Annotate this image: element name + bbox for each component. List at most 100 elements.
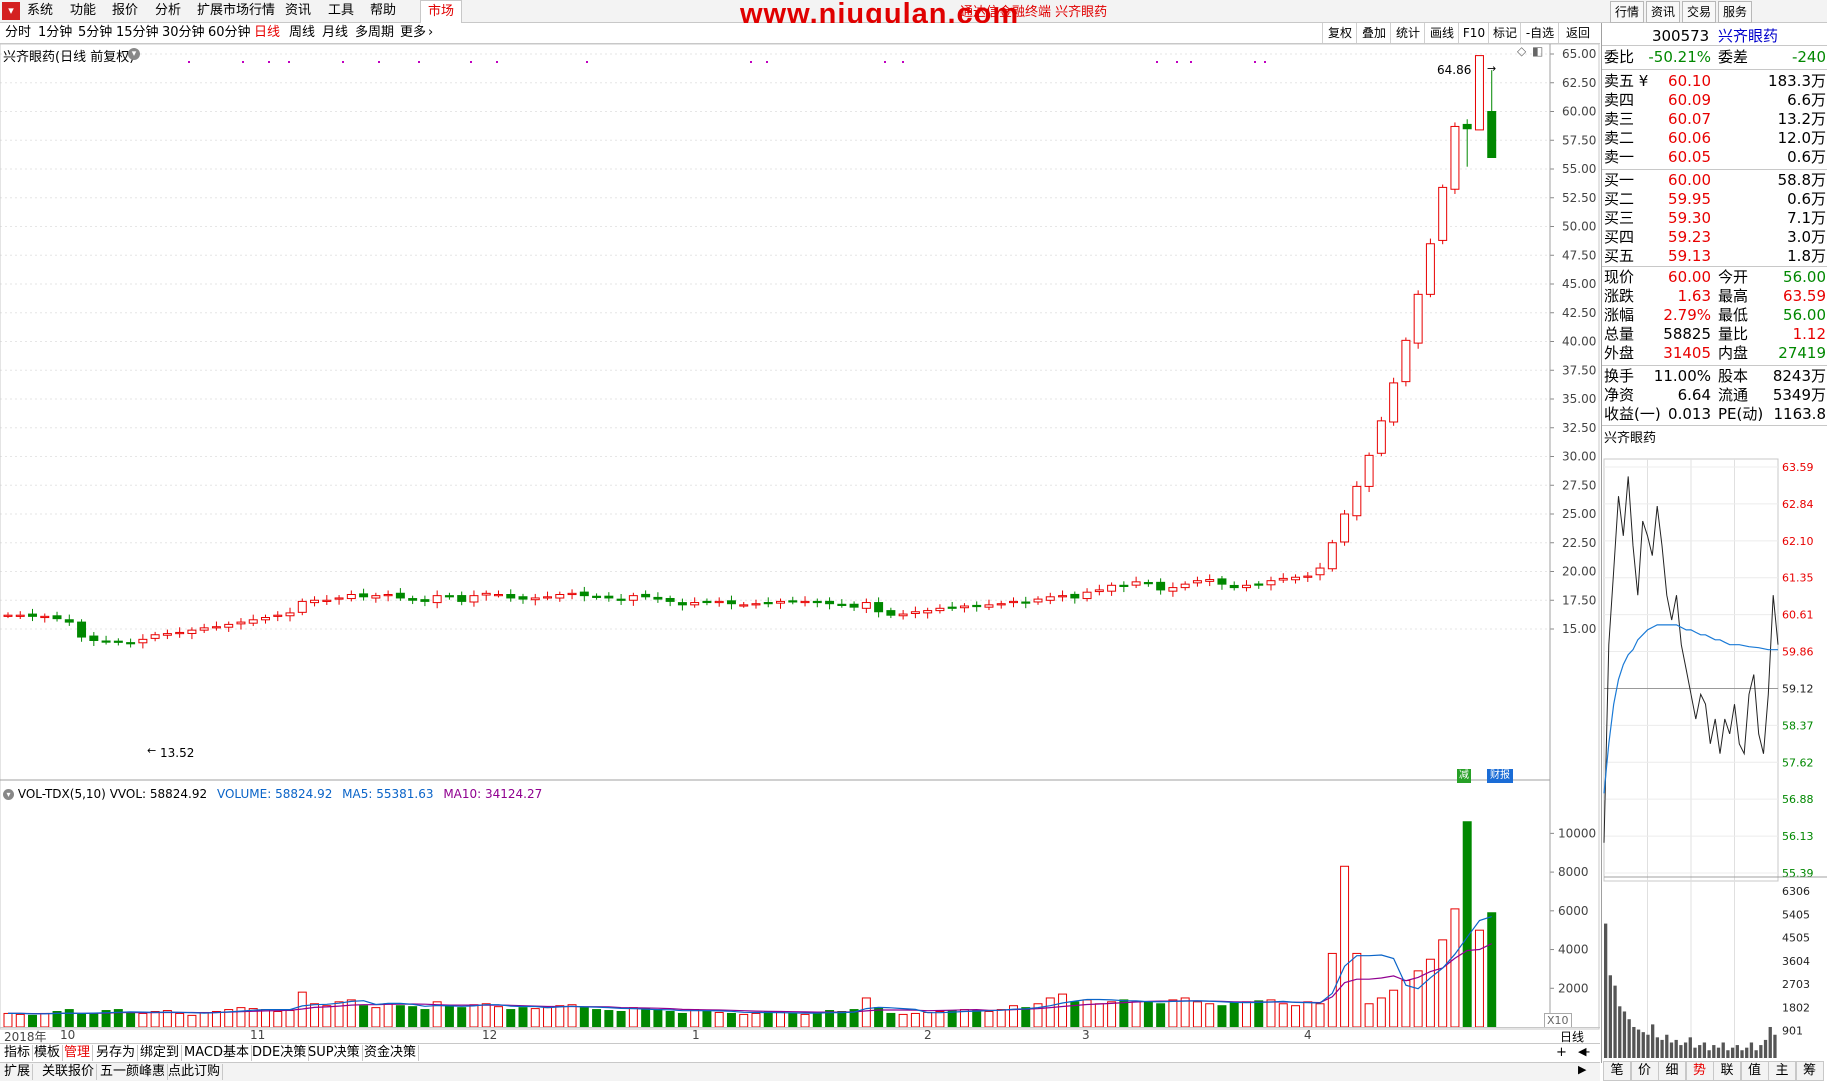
tab-sup[interactable]: SUP决策	[306, 1045, 363, 1061]
chevron-right-icon[interactable]: ›	[428, 25, 433, 41]
period-weekly[interactable]: 周线	[289, 25, 315, 41]
menu-info[interactable]: 资讯	[285, 2, 311, 20]
ask-row[interactable]: 卖五 ¥ 60.10 183.3万	[1602, 72, 1827, 91]
menu-help[interactable]: 帮助	[370, 2, 396, 20]
price-tick-label: 57.50	[1562, 133, 1596, 147]
menu-tools[interactable]: 工具	[328, 2, 354, 20]
period-timeshare[interactable]: 分时	[5, 25, 31, 41]
date-label-oct: 10	[60, 1028, 76, 1042]
tab-macd[interactable]: MACD基本	[182, 1045, 252, 1061]
candle-down	[518, 596, 528, 600]
tool-stats[interactable]: 统计	[1390, 23, 1425, 43]
btn-news[interactable]: 资讯	[1646, 1, 1680, 23]
bid-row[interactable]: 买一 60.00 58.8万	[1602, 171, 1827, 190]
candle-up	[346, 594, 356, 600]
tab-save-as[interactable]: 另存为	[94, 1045, 139, 1061]
volume-bar	[371, 1007, 381, 1028]
menu-ext-market[interactable]: 扩展市场行情	[197, 2, 275, 20]
price-tick-label: 55.00	[1562, 162, 1596, 176]
btn-service[interactable]: 服务	[1718, 1, 1752, 23]
volume-bar	[530, 1008, 540, 1028]
panel-tab[interactable]: 联	[1713, 1061, 1741, 1081]
tab-fund[interactable]: 资金决策	[362, 1045, 420, 1061]
panel-tab[interactable]: 价	[1630, 1061, 1659, 1081]
period-daily[interactable]: 日线	[254, 25, 280, 41]
panel-tab[interactable]: 筹	[1795, 1061, 1824, 1081]
diamond-icon[interactable]: ◇	[1517, 44, 1526, 58]
tab-related-quotes[interactable]: 关联报价	[40, 1064, 98, 1080]
tool-overlay[interactable]: 叠加	[1356, 23, 1391, 43]
tab-manage[interactable]: 管理	[62, 1045, 94, 1061]
bid-row[interactable]: 买四 59.23 3.0万	[1602, 228, 1827, 247]
tab-indicator[interactable]: 指标	[2, 1045, 34, 1061]
tool-f10[interactable]: F10	[1458, 23, 1489, 43]
ask-row[interactable]: 卖二 60.06 12.0万	[1602, 129, 1827, 148]
menu-function[interactable]: 功能	[70, 2, 96, 20]
bid-row[interactable]: 买五 59.13 1.8万	[1602, 247, 1827, 266]
ask-row[interactable]: 卖三 60.07 13.2万	[1602, 110, 1827, 129]
panel-tab[interactable]: 值	[1740, 1061, 1769, 1081]
market-tab[interactable]: 市场	[420, 0, 462, 24]
period-more[interactable]: 更多	[400, 25, 426, 41]
tab-dde[interactable]: DDE决策	[250, 1045, 310, 1061]
tool-back[interactable]: 返回	[1558, 23, 1597, 43]
mini-price-tick: 55.39	[1782, 867, 1814, 880]
period-60min[interactable]: 60分钟	[208, 25, 251, 41]
chevron-down-icon[interactable]: ▾	[128, 48, 140, 60]
earnings-badge[interactable]: 财报	[1487, 769, 1513, 783]
panel-toggle-icon[interactable]: ◧	[1532, 44, 1543, 58]
tab-bind-to[interactable]: 绑定到	[138, 1045, 183, 1061]
chevron-down-icon[interactable]: ▾	[3, 789, 14, 800]
candle-up	[739, 604, 749, 607]
volume-tick-label: 10000	[1558, 826, 1596, 840]
tab-template[interactable]: 模板	[32, 1045, 64, 1061]
stat-value: 11.00%	[1653, 367, 1711, 385]
tab-subscribe[interactable]: 点此订购	[166, 1064, 224, 1080]
period-30min[interactable]: 30分钟	[162, 25, 205, 41]
btn-trade[interactable]: 交易	[1682, 1, 1716, 23]
mini-price-tick: 61.35	[1782, 572, 1814, 585]
period-1min[interactable]: 1分钟	[38, 25, 72, 41]
stock-name[interactable]: 兴齐眼药	[1718, 27, 1778, 45]
tool-restore-rights[interactable]: 复权	[1322, 23, 1357, 43]
period-5min[interactable]: 5分钟	[78, 25, 112, 41]
tab-extend[interactable]: 扩展	[2, 1064, 34, 1080]
panel-tab[interactable]: 细	[1658, 1061, 1686, 1081]
tab-promo[interactable]: 五一颜峰惠	[98, 1064, 169, 1080]
panel-tab[interactable]: 主	[1768, 1061, 1796, 1081]
btn-market[interactable]: 行情	[1610, 1, 1644, 23]
kline-chart[interactable]: 65.00 62.50 60.00 57.50 55.00 52.50 50.00 47.50…	[0, 44, 1600, 1044]
zoom-in-button[interactable]: +	[1556, 1045, 1567, 1060]
period-monthly[interactable]: 月线	[322, 25, 348, 41]
menu-bar: ▾ 系统 功能 报价 分析 扩展市场行情 资讯 工具 帮助 市场 通达信金融终端…	[0, 0, 1827, 30]
app-logo-icon[interactable]: ▾	[2, 2, 20, 20]
period-multi[interactable]: 多周期	[355, 25, 394, 41]
stock-code: 300573	[1651, 27, 1710, 45]
panel-tab[interactable]: 势	[1685, 1061, 1714, 1081]
candle-up	[371, 595, 381, 599]
tool-remove-watchlist[interactable]: -自选	[1520, 23, 1559, 43]
menu-analysis[interactable]: 分析	[155, 2, 181, 20]
stat-row: 外盘 31405 内盘 27419	[1602, 344, 1827, 363]
bid-row[interactable]: 买三 59.30 7.1万	[1602, 209, 1827, 228]
volume-bar	[1364, 1003, 1374, 1028]
menu-system[interactable]: 系统	[27, 2, 53, 20]
volume-bar	[1487, 912, 1497, 1028]
candle-up	[150, 634, 160, 639]
panel-tab[interactable]: 笔	[1603, 1061, 1631, 1081]
bid-row[interactable]: 买二 59.95 0.6万	[1602, 190, 1827, 209]
ask-row[interactable]: 卖四 60.09 6.6万	[1602, 91, 1827, 110]
reduction-badge[interactable]: 减	[1457, 769, 1471, 783]
ask-row[interactable]: 卖一 60.05 0.6万	[1602, 148, 1827, 167]
period-15min[interactable]: 15分钟	[116, 25, 159, 41]
volume-bar	[788, 1012, 798, 1028]
candle-up	[1094, 589, 1104, 593]
candle-down	[812, 600, 822, 604]
tool-mark[interactable]: 标记	[1488, 23, 1521, 43]
intraday-mini-chart[interactable]: 63.59 62.84 62.10 61.35 60.61 59.86 59.12 58.37…	[1602, 443, 1827, 1079]
menu-quote[interactable]: 报价	[112, 2, 138, 20]
price-tick-label: 52.50	[1562, 191, 1596, 205]
scroll-right-icon[interactable]: ▶	[1578, 1063, 1586, 1076]
tool-draw[interactable]: 画线	[1424, 23, 1459, 43]
scroll-left-icon[interactable]: ◀	[1578, 1045, 1586, 1058]
